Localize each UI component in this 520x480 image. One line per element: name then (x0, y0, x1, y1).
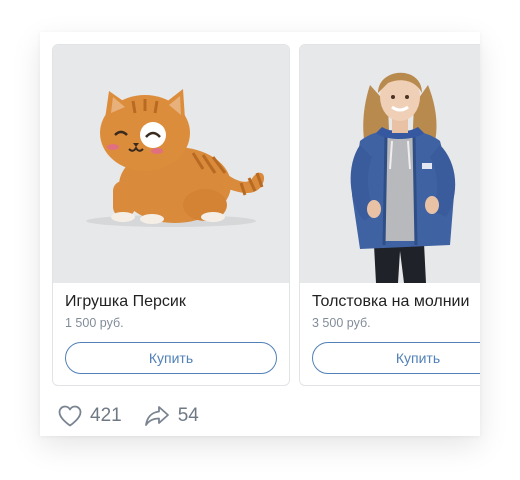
woman-hoodie-image (350, 72, 456, 283)
product-title[interactable]: Толстовка на молнии (312, 293, 469, 311)
share-arrow-icon (144, 405, 170, 427)
product-carousel[interactable]: Игрушка Персик 1 500 руб. Купить Толстов… (52, 44, 480, 388)
share-count: 54 (177, 405, 199, 426)
product-photo-cat-plush[interactable] (53, 45, 289, 283)
buy-button[interactable]: Купить (312, 342, 480, 374)
heart-icon (58, 405, 82, 427)
product-photo-hoodie[interactable] (300, 45, 480, 283)
product-card[interactable]: Толстовка на молнии 3 500 руб. Купить (299, 44, 480, 386)
market-post-card: Игрушка Персик 1 500 руб. Купить Толстов… (40, 32, 480, 436)
product-price: 3 500 руб. (312, 316, 371, 330)
share-button[interactable]: 54 (144, 405, 199, 427)
product-title[interactable]: Игрушка Персик (65, 293, 186, 311)
like-button[interactable]: 421 (58, 405, 122, 427)
product-card[interactable]: Игрушка Персик 1 500 руб. Купить (52, 44, 290, 386)
post-actions: 421 54 (58, 402, 221, 430)
like-count: 421 (90, 405, 122, 426)
product-price: 1 500 руб. (65, 316, 124, 330)
cat-plush-image (86, 89, 265, 227)
buy-button[interactable]: Купить (65, 342, 277, 374)
